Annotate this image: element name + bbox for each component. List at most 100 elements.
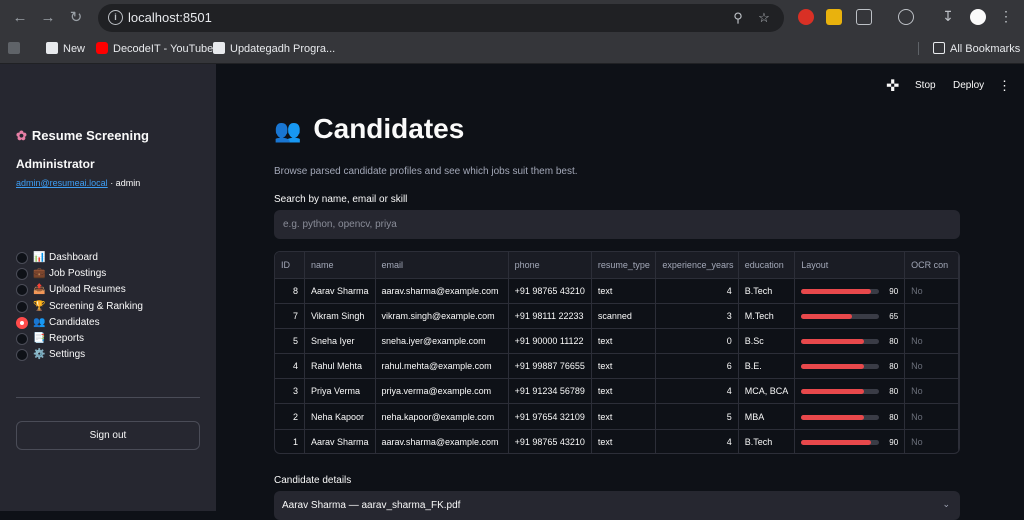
cell-resume-type[interactable]: text [591, 429, 657, 453]
reload-icon[interactable]: ↻ [66, 8, 86, 28]
cell-name[interactable]: Vikram Singh [304, 303, 376, 329]
cell-education[interactable]: M.Tech [738, 303, 796, 329]
table-row[interactable]: 1 Aarav Sharma aarav.sharma@example.com +91… [275, 429, 959, 453]
cell-ocr[interactable]: No [904, 328, 959, 355]
cell-phone[interactable]: +91 98765 43210 [508, 278, 592, 304]
column-header-id[interactable]: ID [275, 252, 305, 279]
cell-email[interactable]: vikram.singh@example.com [375, 303, 509, 329]
radio-job-postings[interactable] [16, 268, 28, 281]
cell-id[interactable]: 7 [275, 303, 305, 329]
radio-reports[interactable] [16, 332, 28, 345]
cell-layout[interactable]: 65 [794, 303, 906, 329]
candidate-details-select[interactable]: Aarav Sharma — aarav_sharma_FK.pdf ⌄ [274, 491, 960, 520]
forward-icon[interactable]: → [38, 8, 58, 28]
sidebar-item-candidates[interactable]: 👥 Candidates [16, 316, 143, 332]
cell-name[interactable]: Priya Verma [304, 378, 376, 405]
column-header-education[interactable]: education [738, 252, 796, 279]
accessibility-icon[interactable]: ✜ [886, 76, 899, 96]
bookmark-youtube[interactable]: DecodeIT - YouTube [96, 42, 213, 55]
cell-experience[interactable]: 0 [655, 328, 739, 355]
column-header-name[interactable]: name [304, 252, 376, 279]
radio-dashboard[interactable] [16, 252, 28, 264]
url-text[interactable]: localhost:8501 [128, 10, 212, 25]
cell-email[interactable]: priya.verma@example.com [375, 378, 509, 405]
download-icon[interactable]: ↧ [940, 8, 956, 24]
table-row[interactable]: 3 Priya Verma priya.verma@example.com +91 9… [275, 378, 959, 405]
sidebar-item-upload-resumes[interactable]: 📤 Upload Resumes [16, 283, 143, 299]
table-row[interactable]: 2 Neha Kapoor neha.kapoor@example.com +91 9… [275, 403, 959, 430]
table-row[interactable]: 4 Rahul Mehta rahul.mehta@example.com +91 9… [275, 353, 959, 380]
main-menu-icon[interactable]: ⋮ [998, 78, 1011, 94]
sidebar-item-screening-ranking[interactable]: 🏆 Screening & Ranking [16, 300, 143, 316]
browser-menu-icon[interactable]: ⋮ [998, 8, 1014, 24]
radio-candidates[interactable] [16, 316, 28, 329]
cell-email[interactable]: rahul.mehta@example.com [375, 353, 509, 380]
extensions-puzzle-icon[interactable] [856, 9, 872, 25]
cell-experience[interactable]: 5 [655, 403, 739, 430]
cell-id[interactable]: 8 [275, 278, 305, 304]
site-info-icon[interactable]: i [108, 10, 123, 25]
cell-ocr[interactable]: No [904, 378, 959, 405]
cell-resume-type[interactable]: text [591, 353, 657, 380]
address-bar[interactable]: i localhost:8501 ⚲ ☆ [98, 4, 784, 32]
cell-ocr[interactable] [904, 303, 959, 329]
cell-ocr[interactable]: No [904, 278, 959, 304]
cell-id[interactable]: 2 [275, 403, 305, 430]
column-header-ocr[interactable]: OCR con [904, 252, 959, 279]
cell-layout[interactable]: 80 [794, 403, 906, 430]
extension-shield-icon[interactable] [798, 9, 814, 25]
extension-badge-icon[interactable] [826, 9, 842, 25]
cell-resume-type[interactable]: scanned [591, 303, 657, 329]
profile-avatar[interactable] [970, 9, 986, 25]
stop-button[interactable]: Stop [915, 80, 936, 91]
column-header-experience[interactable]: experience_years [655, 252, 739, 279]
cell-id[interactable]: 4 [275, 353, 305, 380]
radio-upload-resumes[interactable] [16, 284, 28, 297]
cell-email[interactable]: aarav.sharma@example.com [375, 278, 509, 304]
cell-email[interactable]: sneha.iyer@example.com [375, 328, 509, 355]
cell-experience[interactable]: 4 [655, 429, 739, 453]
apps-grid-icon[interactable] [8, 42, 25, 55]
cell-phone[interactable]: +91 90000 11122 [508, 328, 592, 355]
cell-layout[interactable]: 80 [794, 353, 906, 380]
cell-experience[interactable]: 4 [655, 378, 739, 405]
cell-education[interactable]: B.Tech [738, 278, 796, 304]
cell-phone[interactable]: +91 97654 32109 [508, 403, 592, 430]
cell-ocr[interactable]: No [904, 353, 959, 380]
table-row[interactable]: 7 Vikram Singh vikram.singh@example.com +91… [275, 303, 959, 329]
sidebar-item-settings[interactable]: ⚙️ Settings [16, 348, 143, 364]
column-header-layout[interactable]: Layout [794, 252, 906, 279]
cell-email[interactable]: aarav.sharma@example.com [375, 429, 509, 453]
cell-email[interactable]: neha.kapoor@example.com [375, 403, 509, 430]
cell-experience[interactable]: 3 [655, 303, 739, 329]
cell-name[interactable]: Rahul Mehta [304, 353, 376, 380]
cell-phone[interactable]: +91 98765 43210 [508, 429, 592, 453]
cell-experience[interactable]: 6 [655, 353, 739, 380]
sidebar-item-reports[interactable]: 📑 Reports [16, 332, 143, 348]
sign-out-button[interactable]: Sign out [16, 421, 200, 450]
search-input[interactable] [274, 210, 960, 239]
cell-education[interactable]: B.Sc [738, 328, 796, 355]
sidebar-item-job-postings[interactable]: 💼 Job Postings [16, 267, 143, 283]
cell-ocr[interactable]: No [904, 429, 959, 453]
cell-phone[interactable]: +91 98111 22233 [508, 303, 592, 329]
cell-education[interactable]: B.Tech [738, 429, 796, 453]
cell-resume-type[interactable]: text [591, 403, 657, 430]
column-header-phone[interactable]: phone [508, 252, 592, 279]
user-email-link[interactable]: admin@resumeai.local [16, 178, 108, 188]
sidebar-item-dashboard[interactable]: 📊 Dashboard [16, 251, 143, 267]
cell-education[interactable]: MBA [738, 403, 796, 430]
cell-name[interactable]: Sneha Iyer [304, 328, 376, 355]
cell-name[interactable]: Aarav Sharma [304, 429, 376, 453]
cell-phone[interactable]: +91 99887 76655 [508, 353, 592, 380]
cell-resume-type[interactable]: text [591, 328, 657, 355]
incognito-spy-icon[interactable] [898, 9, 914, 25]
bookmark-new[interactable]: New [46, 42, 85, 55]
cell-layout[interactable]: 90 [794, 278, 906, 304]
cell-layout[interactable]: 90 [794, 429, 906, 453]
all-bookmarks[interactable]: All Bookmarks [918, 42, 1020, 55]
cell-ocr[interactable]: No [904, 403, 959, 430]
cell-resume-type[interactable]: text [591, 278, 657, 304]
zoom-icon[interactable]: ⚲ [730, 10, 746, 26]
cell-layout[interactable]: 80 [794, 328, 906, 355]
